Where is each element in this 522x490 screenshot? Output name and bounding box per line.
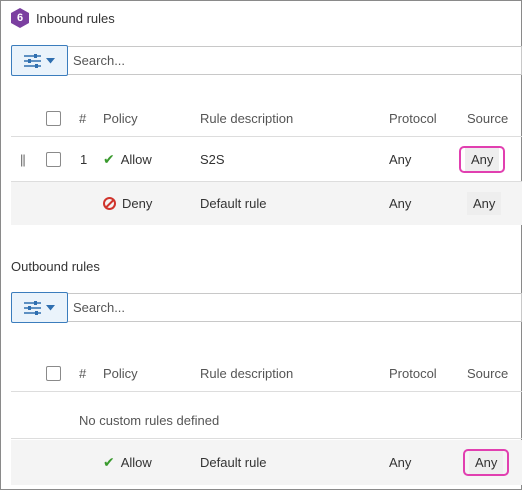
drag-handle-icon[interactable]: ||	[20, 137, 26, 181]
rule-description: S2S	[200, 151, 225, 167]
inbound-title-label: Inbound rules	[36, 10, 115, 26]
rule-description: Default rule	[200, 455, 267, 470]
outbound-filter-button[interactable]	[11, 292, 68, 323]
blocked-icon	[103, 197, 116, 210]
outbound-search-input[interactable]	[68, 293, 522, 322]
source-highlight: Any	[463, 449, 510, 476]
policy-cell: ✔ Allow	[103, 440, 152, 485]
inbound-search-input[interactable]	[68, 46, 522, 75]
inbound-filter-button[interactable]	[11, 45, 68, 76]
table-row: ✔ Allow Default rule Any Any	[11, 440, 522, 485]
outbound-title: Outbound rules	[11, 259, 100, 274]
policy-label: Deny	[122, 196, 153, 211]
source-highlight: Any	[459, 145, 506, 173]
check-icon: ✔	[103, 150, 115, 167]
policy-cell: ✔ Allow	[103, 137, 152, 181]
source-pill[interactable]: Any	[467, 192, 502, 215]
source-pill[interactable]: Any	[465, 147, 500, 171]
column-description[interactable]: Rule description	[200, 100, 293, 136]
caret-down-icon	[46, 304, 55, 310]
sliders-icon	[24, 53, 41, 68]
select-all-checkbox[interactable]	[46, 110, 61, 126]
outbound-table-header: # Policy Rule description Protocol Sourc…	[11, 355, 522, 392]
column-source[interactable]: Source	[467, 355, 508, 391]
column-policy[interactable]: Policy	[103, 100, 138, 136]
select-all-checkbox[interactable]	[46, 365, 61, 381]
rule-description: Default rule	[200, 196, 267, 211]
outbound-title-label: Outbound rules	[11, 259, 100, 274]
protocol-value: Any	[389, 196, 412, 211]
column-protocol[interactable]: Protocol	[389, 100, 437, 136]
inbound-title: 6 Inbound rules	[11, 8, 115, 28]
empty-state-text: No custom rules defined	[79, 412, 220, 428]
check-icon: ✔	[103, 454, 115, 470]
row-checkbox[interactable]	[46, 151, 61, 167]
protocol-value: Any	[389, 151, 412, 167]
policy-cell: Deny	[103, 182, 152, 225]
column-source[interactable]: Source	[467, 100, 508, 136]
column-num: #	[79, 365, 87, 381]
inbound-table-header: # Policy Rule description Protocol Sourc…	[11, 100, 522, 137]
rule-number: 1	[80, 151, 88, 167]
table-row[interactable]: || 1 ✔ Allow S2S Any Any	[11, 137, 522, 182]
table-row: Deny Default rule Any Any	[11, 182, 522, 225]
protocol-value: Any	[389, 455, 412, 470]
column-description[interactable]: Rule description	[200, 355, 293, 391]
column-protocol[interactable]: Protocol	[389, 355, 437, 391]
rule-count-badge: 6	[11, 8, 29, 28]
source-pill[interactable]: Any	[469, 451, 504, 474]
column-policy[interactable]: Policy	[103, 355, 138, 391]
column-num: #	[79, 110, 87, 126]
policy-label: Allow	[120, 455, 152, 470]
empty-state-row: No custom rules defined	[11, 402, 522, 439]
policy-label: Allow	[120, 151, 152, 167]
caret-down-icon	[46, 57, 55, 63]
sliders-icon	[24, 300, 41, 315]
